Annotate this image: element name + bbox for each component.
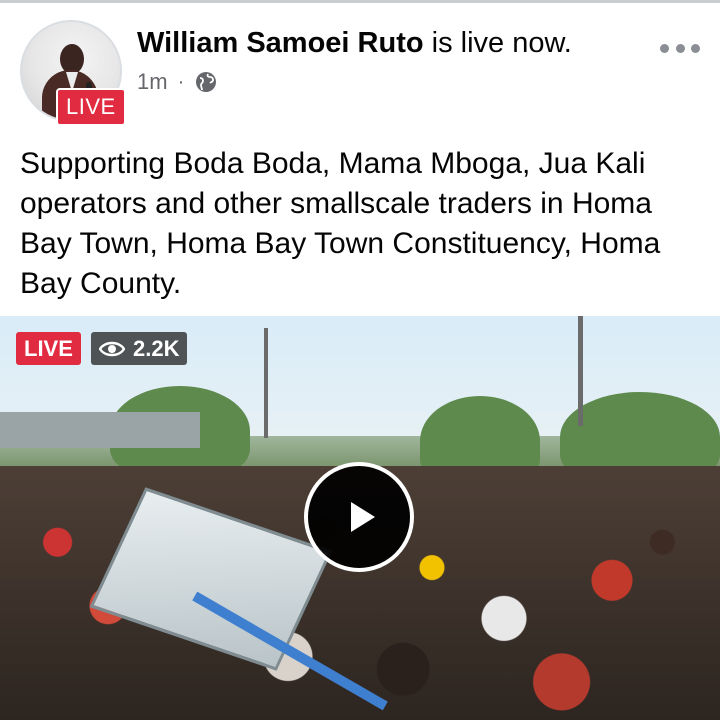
post-meta: 1m ·: [137, 68, 218, 96]
video-live-badge: LIVE: [16, 332, 81, 365]
live-status-text: is live now.: [423, 27, 572, 59]
post-body-text: Supporting Boda Boda, Mama Mboga, Jua Ka…: [20, 147, 661, 300]
more-options-icon[interactable]: [660, 38, 700, 58]
video-frame-pole: [264, 328, 268, 438]
post-header-line: William Samoei Ruto is live now.: [137, 27, 572, 60]
video-frame-pole: [578, 316, 583, 426]
viewer-count-badge: 2.2K: [91, 332, 188, 365]
author-name-link[interactable]: William Samoei Ruto: [137, 27, 424, 59]
post-timestamp[interactable]: 1m: [137, 69, 168, 95]
top-divider: [0, 0, 720, 3]
eye-icon: [99, 341, 125, 356]
play-button[interactable]: [304, 462, 414, 572]
play-icon: [350, 502, 375, 532]
viewer-count: 2.2K: [133, 336, 180, 361]
globe-icon: [196, 72, 217, 92]
meta-separator: ·: [177, 70, 185, 93]
avatar-live-badge: LIVE: [56, 88, 126, 126]
video-frame-roof: [0, 412, 200, 448]
live-video-player[interactable]: LIVE 2.2K: [0, 316, 720, 720]
